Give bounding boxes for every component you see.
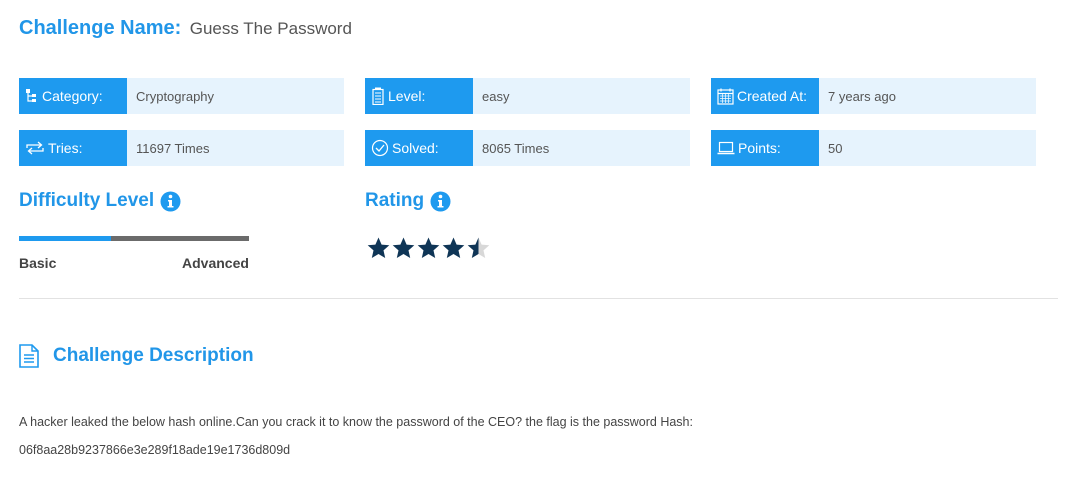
challenge-title-row: Challenge Name: Guess The Password [19,17,352,40]
description-title: Challenge Description [53,345,254,366]
solved-label: Solved: [392,140,439,156]
tree-icon [26,89,36,102]
created-value: 7 years ago [819,78,1036,114]
difficulty-bar-fill [19,236,111,241]
level-box: Level: easy [365,78,690,114]
difficulty-heading: Difficulty Level [19,190,181,212]
calendar-icon [717,88,734,105]
created-label: Created At: [737,88,808,104]
difficulty-title: Difficulty Level [19,190,155,211]
tries-label: Tries: [48,140,83,156]
points-value: 50 [819,130,1036,166]
tries-value: 11697 Times [127,130,344,166]
category-box: Category: Cryptography [19,78,344,114]
points-box: Points: 50 [711,130,1036,166]
rating-heading: Rating [365,190,451,212]
level-label: Level: [388,88,426,104]
laptop-icon [717,141,735,155]
star-icon[interactable] [441,236,466,261]
description-hash: 06f8aa28b9237866e3e289f18ade19e1736d809d [19,443,291,457]
description-text: A hacker leaked the below hash online.Ca… [19,415,693,429]
star-icon[interactable] [416,236,441,261]
repeat-icon [26,141,44,155]
solved-value: 8065 Times [473,130,690,166]
challenge-name: Guess The Password [189,19,352,38]
description-heading: Challenge Description [19,344,254,368]
created-box: Created At: 7 years ago [711,78,1036,114]
level-value: easy [473,78,690,114]
difficulty-bar [19,236,249,241]
battery-icon [372,87,384,105]
category-label: Category: [42,88,103,104]
star-icon[interactable] [466,236,491,261]
info-icon[interactable] [160,191,181,212]
check-circle-icon [371,139,389,157]
points-label: Points: [738,140,781,156]
star-icon[interactable] [366,236,391,261]
solved-box: Solved: 8065 Times [365,130,690,166]
tries-box: Tries: 11697 Times [19,130,344,166]
document-icon [19,344,39,368]
challenge-name-label: Challenge Name: [19,17,182,39]
difficulty-max-label: Advanced [182,255,249,271]
info-icon[interactable] [430,191,451,212]
star-icon[interactable] [391,236,416,261]
difficulty-min-label: Basic [19,255,57,271]
divider [19,298,1058,299]
rating-title: Rating [365,190,425,211]
rating-stars [366,236,491,261]
category-value: Cryptography [127,78,344,114]
